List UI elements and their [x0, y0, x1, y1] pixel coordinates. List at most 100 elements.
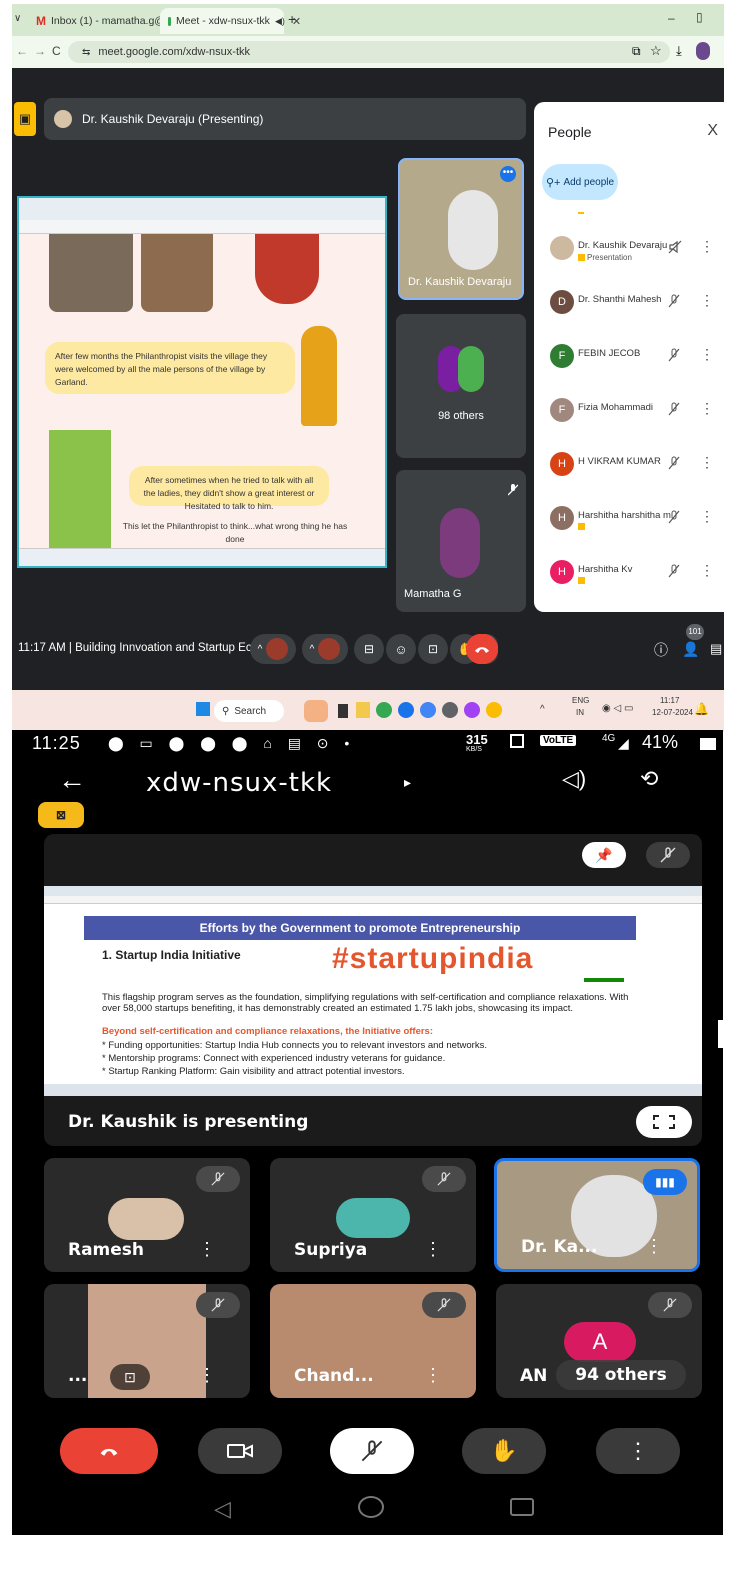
chrome-profile-icon[interactable] — [420, 702, 436, 718]
notification-bell-icon[interactable]: 🔔 — [694, 702, 709, 716]
more-options-icon[interactable]: ⋮ — [700, 292, 714, 309]
more-options-icon[interactable]: ⋮ — [700, 346, 714, 363]
more-options-icon[interactable]: ⋮ — [700, 238, 714, 255]
taskbar-search[interactable]: ⚲ Search — [214, 700, 284, 722]
pin-button[interactable]: 📌 — [582, 842, 626, 868]
mic-off-icon[interactable] — [668, 402, 680, 416]
cast-icon[interactable]: ⧉ — [632, 44, 641, 59]
tile-menu-icon[interactable]: ⋮ — [198, 1365, 216, 1386]
participant-row[interactable]: F Fizia Mohammadi ⋮ — [550, 392, 720, 432]
tile-menu-icon[interactable]: ⋮ — [645, 1236, 663, 1257]
more-options-icon[interactable]: ⋮ — [700, 508, 714, 525]
meeting-code[interactable]: xdw-nsux-tkk — [146, 768, 332, 798]
new-tab-button[interactable]: + — [288, 11, 296, 27]
more-options-button[interactable]: ⋮ — [596, 1428, 680, 1474]
windows-start-icon[interactable] — [196, 702, 210, 716]
raise-hand-button[interactable]: ✋ — [462, 1428, 546, 1474]
camera-toggle-button[interactable]: ^ — [302, 634, 348, 664]
nav-home-icon[interactable] — [358, 1496, 384, 1518]
task-view-icon[interactable] — [338, 704, 348, 718]
speaker-icon[interactable] — [668, 240, 682, 254]
tray-chevron-icon[interactable]: ^ — [540, 704, 545, 715]
chrome-app-icon-2[interactable] — [486, 702, 502, 718]
url-input[interactable]: ⇆ meet.google.com/xdw-nsux-tkk — [68, 41, 670, 63]
tile-mamatha[interactable]: Mamatha G — [396, 470, 526, 612]
tab-list-chevron-icon[interactable]: ∨ — [14, 13, 21, 24]
tile-dr-kaushik[interactable]: ••• Dr. Kaushik Devaraju — [398, 158, 524, 300]
info-icon[interactable]: ⓘ — [654, 640, 668, 660]
add-people-button[interactable]: ⚲+ Add people — [542, 164, 618, 200]
restore-button[interactable]: ▯ — [696, 10, 703, 24]
participant-tile-others[interactable]: A AN 94 others — [496, 1284, 702, 1398]
reload-icon[interactable]: C — [52, 44, 61, 58]
switch-camera-icon[interactable]: ⟲ — [640, 766, 658, 792]
participant-row[interactable]: Dr. Kaushik Devaraju Presentation ⋮ — [550, 230, 720, 270]
meet-stage: ▣ Dr. Kaushik Devaraju (Presenting) Afte… — [12, 68, 724, 678]
profile-avatar[interactable] — [696, 42, 710, 60]
scrollbar-thumb[interactable] — [718, 1020, 723, 1048]
nav-recents-icon[interactable] — [510, 1498, 534, 1516]
emoji-button[interactable]: ☺ — [386, 634, 416, 664]
mic-off-icon — [508, 484, 518, 496]
chrome-icon[interactable] — [376, 702, 392, 718]
audio-playing-icon[interactable]: ◀) — [275, 16, 285, 27]
mic-off-icon[interactable] — [668, 564, 680, 578]
captions-button[interactable]: ⊟ — [354, 634, 384, 664]
download-icon[interactable]: ⤓ — [676, 43, 682, 59]
wifi-volume-battery-icons[interactable]: ◉ ◁ ▭ — [602, 703, 633, 714]
chrome-app-icon[interactable] — [464, 702, 480, 718]
participant-tile-ramesh[interactable]: Ramesh ⋮ — [44, 1158, 250, 1272]
participant-row[interactable]: H Harshitha harshitha m ⋮ — [550, 500, 720, 540]
participant-row[interactable]: D Dr. Shanthi Mahesh ⋮ — [550, 284, 720, 324]
tile-menu-icon[interactable]: ⋮ — [424, 1239, 442, 1260]
mic-off-icon[interactable] — [668, 348, 680, 362]
mic-button[interactable] — [330, 1428, 414, 1474]
back-icon[interactable]: ← — [16, 44, 28, 58]
file-explorer-icon[interactable] — [356, 702, 370, 718]
widget-icon[interactable] — [304, 700, 328, 722]
participant-tile-supriya[interactable]: Supriya ⋮ — [270, 1158, 476, 1272]
mic-off-icon[interactable] — [668, 294, 680, 308]
leave-call-button[interactable] — [60, 1428, 158, 1474]
mic-off-icon[interactable] — [668, 456, 680, 470]
close-panel-button[interactable]: X — [707, 122, 718, 140]
meeting-details-chevron-icon[interactable]: ▸ — [404, 774, 411, 791]
tile-menu-icon[interactable]: ⋮ — [424, 1365, 442, 1386]
more-options-icon[interactable]: ⋮ — [700, 400, 714, 417]
net-speed: 315 — [466, 732, 488, 747]
participant-tile-chand[interactable]: Chand... ⋮ — [270, 1284, 476, 1398]
back-arrow-icon[interactable]: ← — [58, 764, 86, 796]
presentation-indicator-icon[interactable]: ⊠ — [38, 802, 84, 828]
presentation-icon[interactable]: ▣ — [14, 102, 36, 136]
tray-time[interactable]: 11:17 — [660, 696, 679, 705]
participant-row[interactable]: H H VIKRAM KUMAR ⋮ — [550, 446, 720, 486]
site-settings-icon[interactable]: ⇆ — [82, 47, 90, 58]
tray-lang[interactable]: ENG — [572, 696, 589, 705]
tab-meet[interactable]: Meet - xdw-nsux-tkk ◀) ✕ — [160, 8, 301, 34]
end-call-button[interactable] — [467, 634, 497, 664]
participant-tile-dr-kaushik[interactable]: ▮▮▮ Dr. Ka... ⋮ — [494, 1158, 700, 1272]
nav-back-icon[interactable]: ◁ — [214, 1496, 231, 1522]
tile-others[interactable]: 98 others — [396, 314, 526, 458]
more-options-icon[interactable]: ⋮ — [700, 454, 714, 471]
speaker-icon[interactable]: ◁) — [562, 766, 586, 792]
participant-row[interactable]: H Harshitha Kv ⋮ — [550, 554, 720, 594]
effects-icon[interactable]: ⊡ — [110, 1364, 150, 1390]
fullscreen-button[interactable] — [636, 1106, 692, 1138]
present-button[interactable]: ⊡ — [418, 634, 448, 664]
chat-icon[interactable]: ▤ — [710, 641, 722, 657]
bookmark-star-icon[interactable]: ☆ — [650, 43, 662, 59]
camera-button[interactable] — [198, 1428, 282, 1474]
participant-tile-self[interactable]: ... ⊡ ⋮ — [44, 1284, 250, 1398]
more-options-icon[interactable]: ⋮ — [700, 562, 714, 579]
mic-toggle-button[interactable]: ^ — [250, 634, 296, 664]
scrollbar-track[interactable] — [718, 730, 723, 1535]
people-icon[interactable]: 👤 — [682, 641, 699, 658]
mic-off-icon[interactable] — [668, 510, 680, 524]
forward-icon[interactable]: → — [34, 44, 46, 58]
tile-menu-icon[interactable]: ⋮ — [198, 1239, 216, 1260]
participant-row[interactable]: F FEBIN JECOB ⋮ — [550, 338, 720, 378]
settings-icon[interactable] — [442, 702, 458, 718]
edge-icon[interactable] — [398, 702, 414, 718]
minimize-button[interactable]: – — [668, 11, 675, 25]
